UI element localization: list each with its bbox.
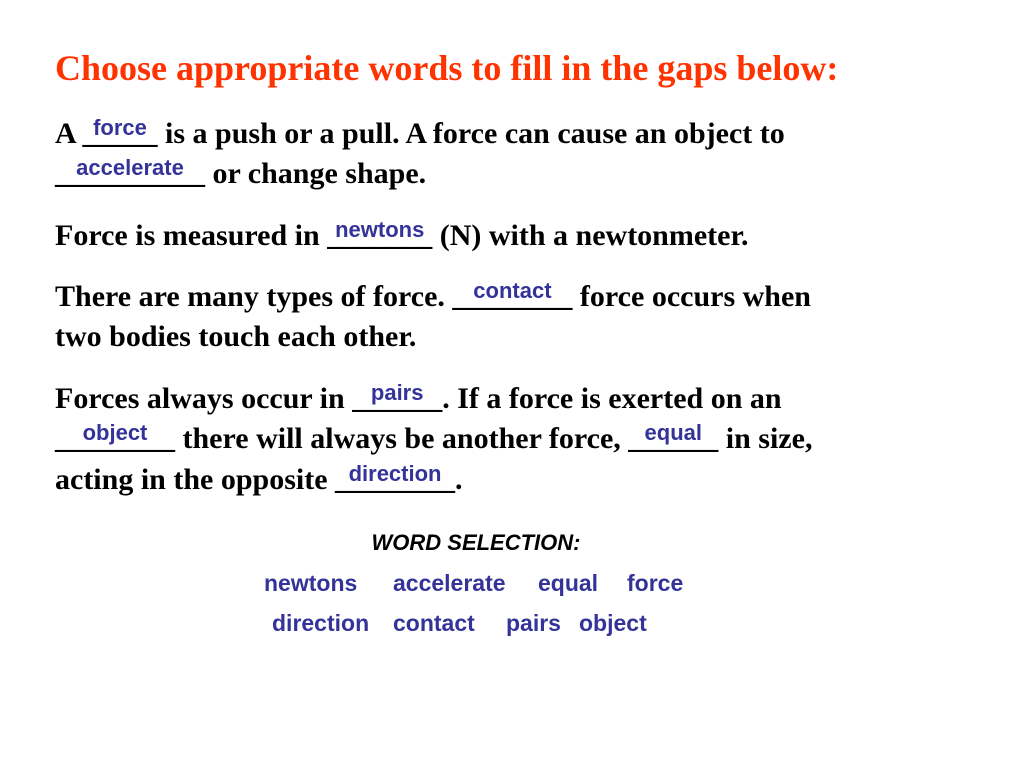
gap-answer: accelerate	[76, 155, 184, 180]
gap-answer: equal	[644, 420, 703, 445]
gap-7[interactable]: ______ equal	[628, 420, 718, 456]
gap-answer: object	[82, 420, 148, 445]
text: Forces always occur in	[55, 382, 353, 415]
word-bank-item[interactable]: contact	[393, 610, 475, 637]
text: in size,	[718, 422, 813, 455]
gap-1[interactable]: _____ force	[83, 115, 158, 151]
gap-answer: pairs	[370, 380, 424, 405]
instructions-title: Choose appropriate words to fill in the …	[55, 48, 839, 88]
gap-6[interactable]: ________ object	[55, 420, 175, 456]
gap-3[interactable]: _______ newtons	[327, 217, 432, 253]
paragraph-1-line-1: A _____ force is a push or a pull. A forc…	[55, 115, 785, 151]
paragraph-3-line-2: two bodies touch each other.	[55, 320, 416, 354]
word-bank-item[interactable]: newtons	[264, 570, 357, 597]
text: Force is measured in	[55, 219, 328, 252]
gap-4[interactable]: ________ contact	[452, 278, 572, 314]
word-bank-item[interactable]: equal	[538, 570, 598, 597]
word-bank-item[interactable]: object	[579, 610, 647, 637]
word-bank-item[interactable]: accelerate	[393, 570, 506, 597]
gap-answer: force	[93, 115, 147, 140]
word-bank-item[interactable]: pairs	[506, 610, 561, 637]
gap-answer: newtons	[335, 217, 425, 242]
gap-answer: contact	[473, 278, 552, 303]
word-selection-heading: WORD SELECTION:	[371, 530, 581, 555]
gap-8[interactable]: ________ direction	[335, 461, 455, 497]
text: or change shape.	[205, 157, 427, 190]
gap-2[interactable]: __________ accelerate	[55, 155, 205, 191]
paragraph-1-line-2: __________ accelerate or change shape.	[55, 155, 427, 191]
text: force occurs when	[572, 280, 811, 313]
word-bank-item[interactable]: force	[627, 570, 683, 597]
gap-5[interactable]: ______ pairs	[352, 380, 442, 416]
gap-answer: direction	[348, 461, 442, 486]
paragraph-3-line-1: There are many types of force. ________ c…	[55, 278, 811, 314]
text: is a push or a pull. A force can cause a…	[157, 117, 785, 150]
text: .	[455, 463, 463, 496]
text: . If a force is exerted on an	[442, 382, 782, 415]
text: (N) with a newtonmeter.	[432, 219, 749, 252]
text: two bodies touch each other.	[55, 320, 417, 353]
text: A	[55, 117, 83, 150]
word-bank-row-2: direction contact pairs object	[0, 610, 1024, 640]
paragraph-4-line-1: Forces always occur in ______ pairs. If a…	[55, 380, 782, 416]
word-bank-row-1: newtons accelerate equal force	[0, 570, 1024, 600]
paragraph-4-line-3: acting in the opposite ________ direction…	[55, 461, 463, 497]
text: There are many types of force.	[55, 280, 453, 313]
text: acting in the opposite	[55, 463, 336, 496]
text: there will always be another force,	[175, 422, 629, 455]
paragraph-2: Force is measured in _______ newtons (N) …	[55, 217, 749, 253]
word-bank-item[interactable]: direction	[272, 610, 369, 637]
paragraph-4-line-2: ________ object there will always be anot…	[55, 420, 813, 456]
